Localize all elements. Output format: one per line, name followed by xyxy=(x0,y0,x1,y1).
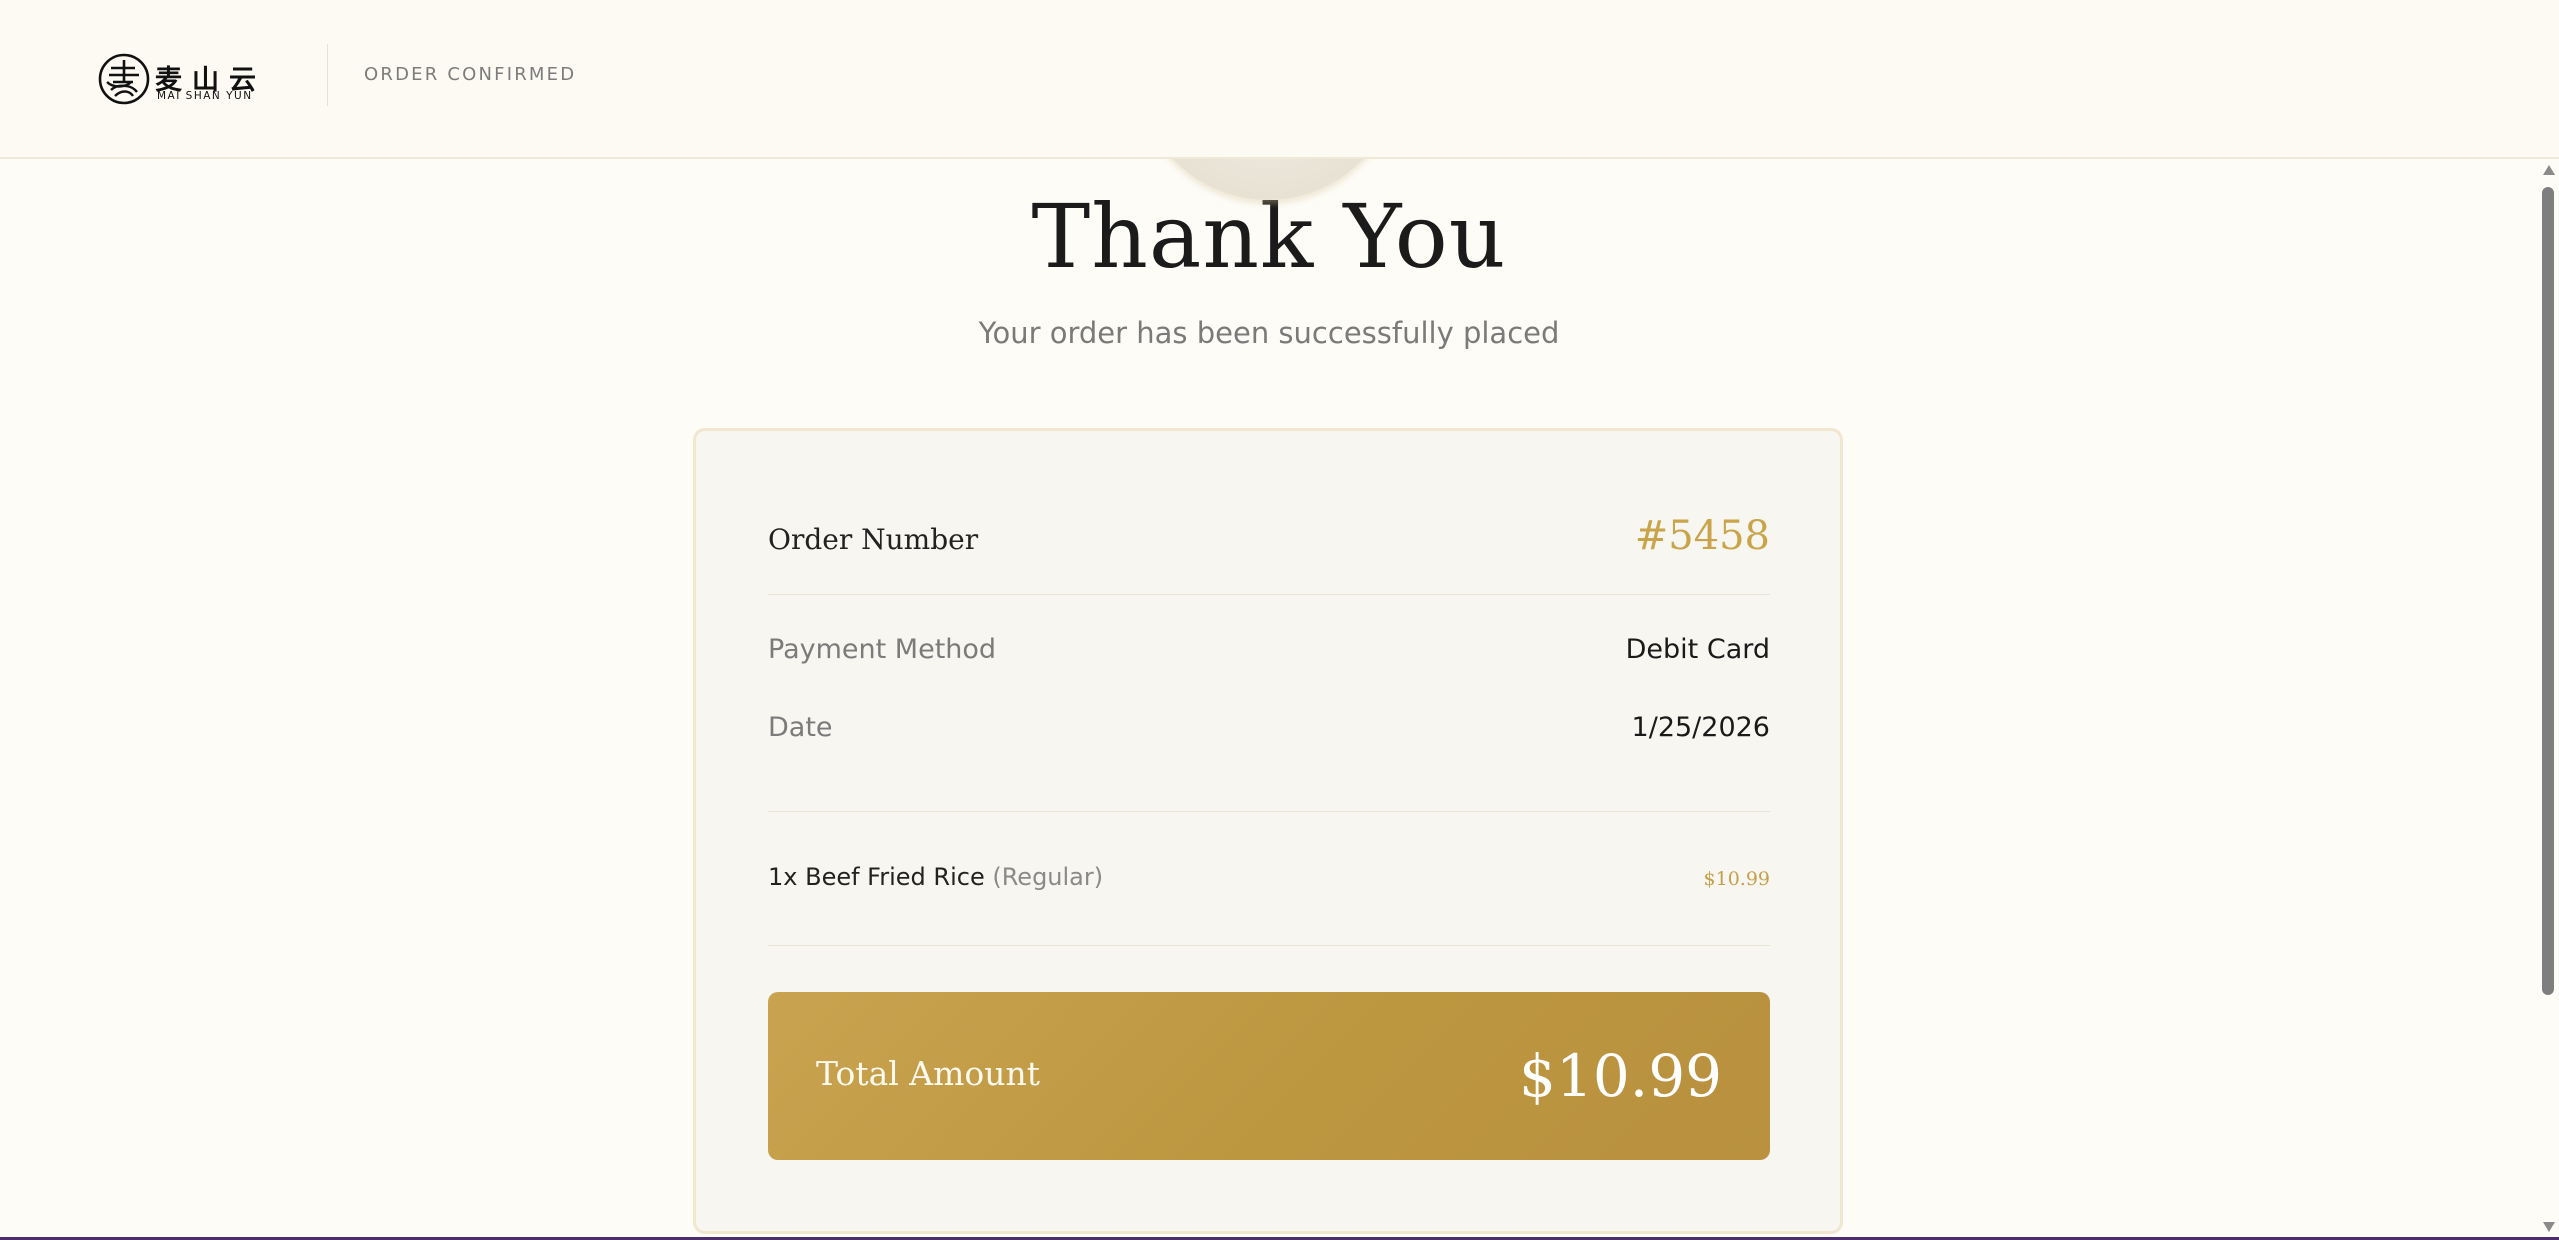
order-item-variant: (Regular) xyxy=(992,863,1104,891)
scroll-up-arrow-icon[interactable] xyxy=(2543,165,2555,175)
total-amount-bar: Total Amount $10.99 xyxy=(768,992,1770,1160)
scrollbar-thumb[interactable] xyxy=(2542,187,2554,995)
date-label: Date xyxy=(768,712,833,743)
order-status-label: ORDER CONFIRMED xyxy=(364,64,577,85)
order-number-label: Order Number xyxy=(768,523,979,556)
header-divider xyxy=(327,44,328,106)
divider xyxy=(768,945,1770,946)
order-number-row: Order Number #5458 xyxy=(768,513,1770,583)
divider xyxy=(768,594,1770,595)
page-subtitle: Your order has been successfully placed xyxy=(978,316,1560,350)
order-number-value: #5458 xyxy=(1634,513,1770,559)
vertical-scrollbar[interactable] xyxy=(2538,159,2559,1240)
payment-method-row: Payment Method Debit Card xyxy=(768,634,1770,665)
order-item-price: $10.99 xyxy=(1703,868,1770,890)
order-item-quantity-name: 1x Beef Fried Rice xyxy=(768,863,985,891)
date-row: Date 1/25/2026 xyxy=(768,712,1770,743)
order-confirmation-page: 麦山云 MAI SHAN YUN ORDER CONFIRMED Thank Y… xyxy=(0,0,2559,1240)
total-amount-value: $10.99 xyxy=(1519,1042,1722,1110)
page-title: Thank You xyxy=(1031,185,1507,288)
order-summary-card: Order Number #5458 Payment Method Debit … xyxy=(693,428,1843,1234)
total-amount-label: Total Amount xyxy=(816,1054,1041,1093)
divider xyxy=(768,811,1770,812)
brand-logo[interactable]: 麦山云 MAI SHAN YUN xyxy=(97,50,257,108)
order-item-name: 1x Beef Fried Rice (Regular) xyxy=(768,863,1103,891)
payment-method-value: Debit Card xyxy=(1625,634,1770,665)
scroll-down-arrow-icon[interactable] xyxy=(2543,1222,2555,1232)
order-item-row: 1x Beef Fried Rice (Regular) $10.99 xyxy=(768,863,1770,891)
date-value: 1/25/2026 xyxy=(1631,712,1770,743)
brand-name-english: MAI SHAN YUN xyxy=(157,90,253,102)
header: 麦山云 MAI SHAN YUN ORDER CONFIRMED xyxy=(0,0,2559,159)
payment-method-label: Payment Method xyxy=(768,634,997,665)
brand-logo-icon xyxy=(98,53,150,105)
